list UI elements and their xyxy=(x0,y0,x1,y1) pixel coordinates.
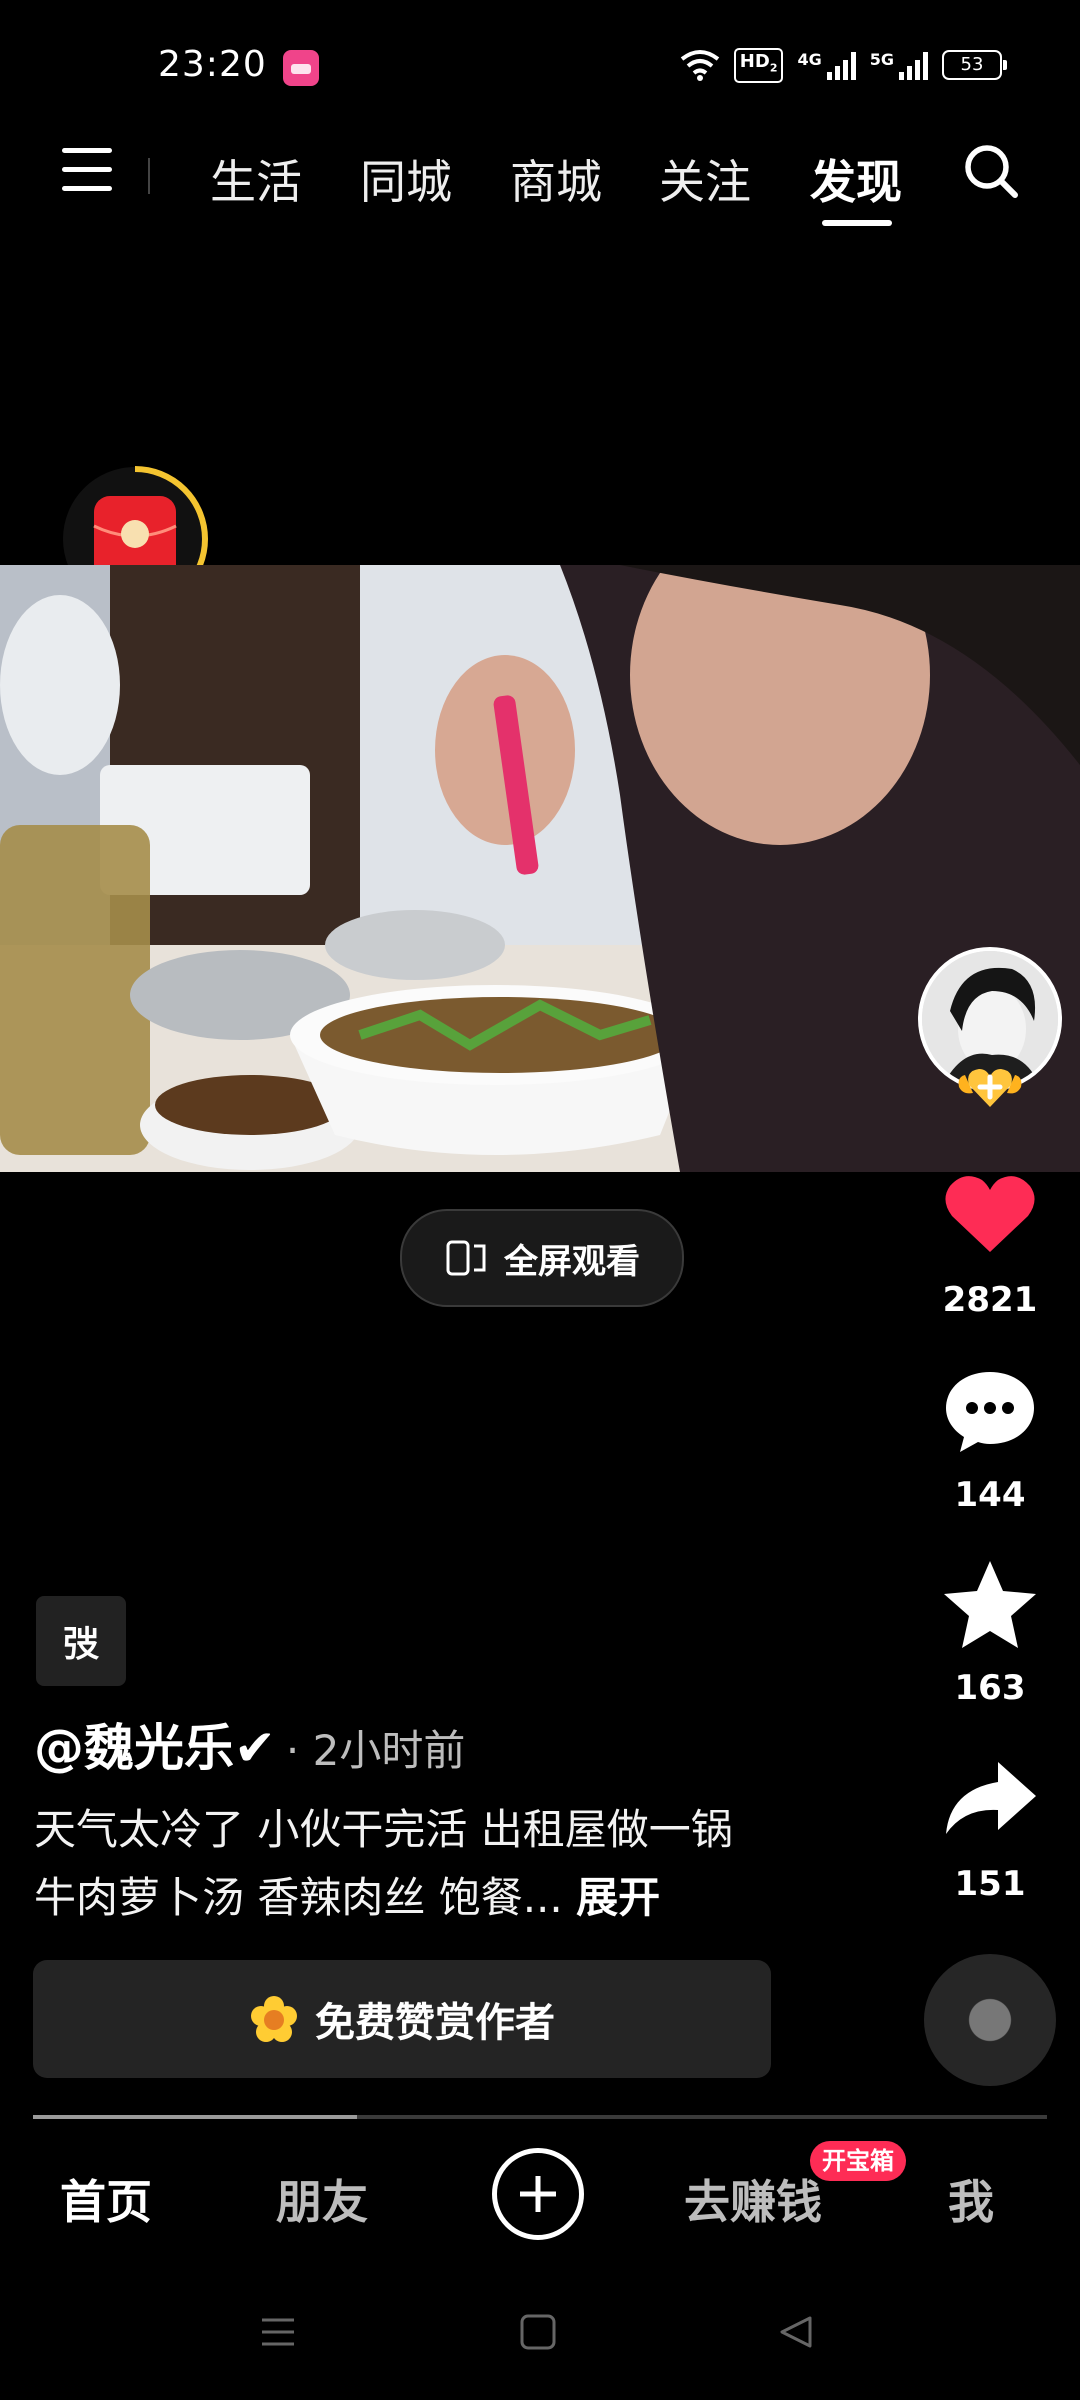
video-caption[interactable]: 天气太冷了 小伙干完活 出租屋做一锅牛肉萝卜汤 香辣肉丝 饱餐... 展开 xyxy=(34,1796,754,1932)
author-name[interactable]: @魏光乐✔ xyxy=(34,1708,276,1780)
tab-friends[interactable]: 朋友 xyxy=(276,2166,368,2232)
nav-divider xyxy=(148,158,150,194)
favorite-count: 163 xyxy=(954,1668,1026,1708)
tab-me[interactable]: 我 xyxy=(948,2166,994,2232)
fullscreen-label: 全屏观看 xyxy=(504,1241,640,1282)
treasure-badge[interactable]: 开宝箱 xyxy=(810,2141,906,2181)
signal-4g-icon: 4G xyxy=(797,50,856,81)
status-time: 23:20 xyxy=(158,44,267,85)
tab-following[interactable]: 关注 xyxy=(659,146,751,212)
app-notification-icon xyxy=(283,50,319,86)
video-progress-fill xyxy=(33,2115,358,2119)
share-arrow-icon[interactable] xyxy=(940,1750,1040,1850)
tag-badge[interactable]: 弢 xyxy=(36,1596,126,1686)
search-icon[interactable] xyxy=(962,142,1020,200)
tab-discover[interactable]: 发现 xyxy=(810,146,902,212)
comment-count: 144 xyxy=(954,1475,1026,1515)
comment-icon[interactable] xyxy=(940,1360,1040,1460)
favorite-star-icon[interactable] xyxy=(940,1555,1040,1655)
follow-plus-icon[interactable] xyxy=(955,1061,1025,1111)
system-home-icon[interactable] xyxy=(518,2312,558,2352)
hd-voice-badge: HD2 xyxy=(733,48,784,83)
expand-link[interactable]: 展开 xyxy=(576,1873,660,1922)
tab-nearby[interactable]: 同城 xyxy=(360,146,452,212)
like-heart-icon[interactable] xyxy=(940,1164,1040,1264)
system-menu-icon[interactable] xyxy=(258,2312,298,2352)
tab-home[interactable]: 首页 xyxy=(60,2166,152,2232)
video-frame xyxy=(0,565,1080,1172)
rotate-screen-icon xyxy=(446,1240,486,1276)
status-icons: HD2 4G 5G 53 xyxy=(680,48,1007,83)
flower-icon xyxy=(251,1996,297,2042)
system-back-icon[interactable] xyxy=(776,2312,816,2352)
battery-indicator: 53 xyxy=(942,50,1007,81)
wifi-icon xyxy=(680,50,720,82)
menu-icon[interactable] xyxy=(62,148,112,198)
video-player[interactable] xyxy=(0,565,1080,1172)
tab-mall[interactable]: 商城 xyxy=(510,146,602,212)
share-count: 151 xyxy=(954,1864,1026,1904)
music-disc-icon[interactable] xyxy=(924,1954,1056,2086)
create-plus-button[interactable] xyxy=(492,2148,584,2240)
post-time: · 2小时前 xyxy=(285,1726,466,1775)
like-count: 2821 xyxy=(942,1280,1038,1320)
author-row: @魏光乐✔ · 2小时前 xyxy=(34,1708,465,1780)
fullscreen-button[interactable]: 全屏观看 xyxy=(400,1209,684,1307)
tip-label: 免费赞赏作者 xyxy=(315,2000,555,2046)
tab-life[interactable]: 生活 xyxy=(210,146,302,212)
tab-earn[interactable]: 去赚钱 xyxy=(684,2166,822,2232)
active-tab-indicator xyxy=(822,220,892,226)
signal-5g-icon: 5G xyxy=(870,50,928,81)
tip-author-button[interactable]: 免费赞赏作者 xyxy=(33,1960,771,2078)
